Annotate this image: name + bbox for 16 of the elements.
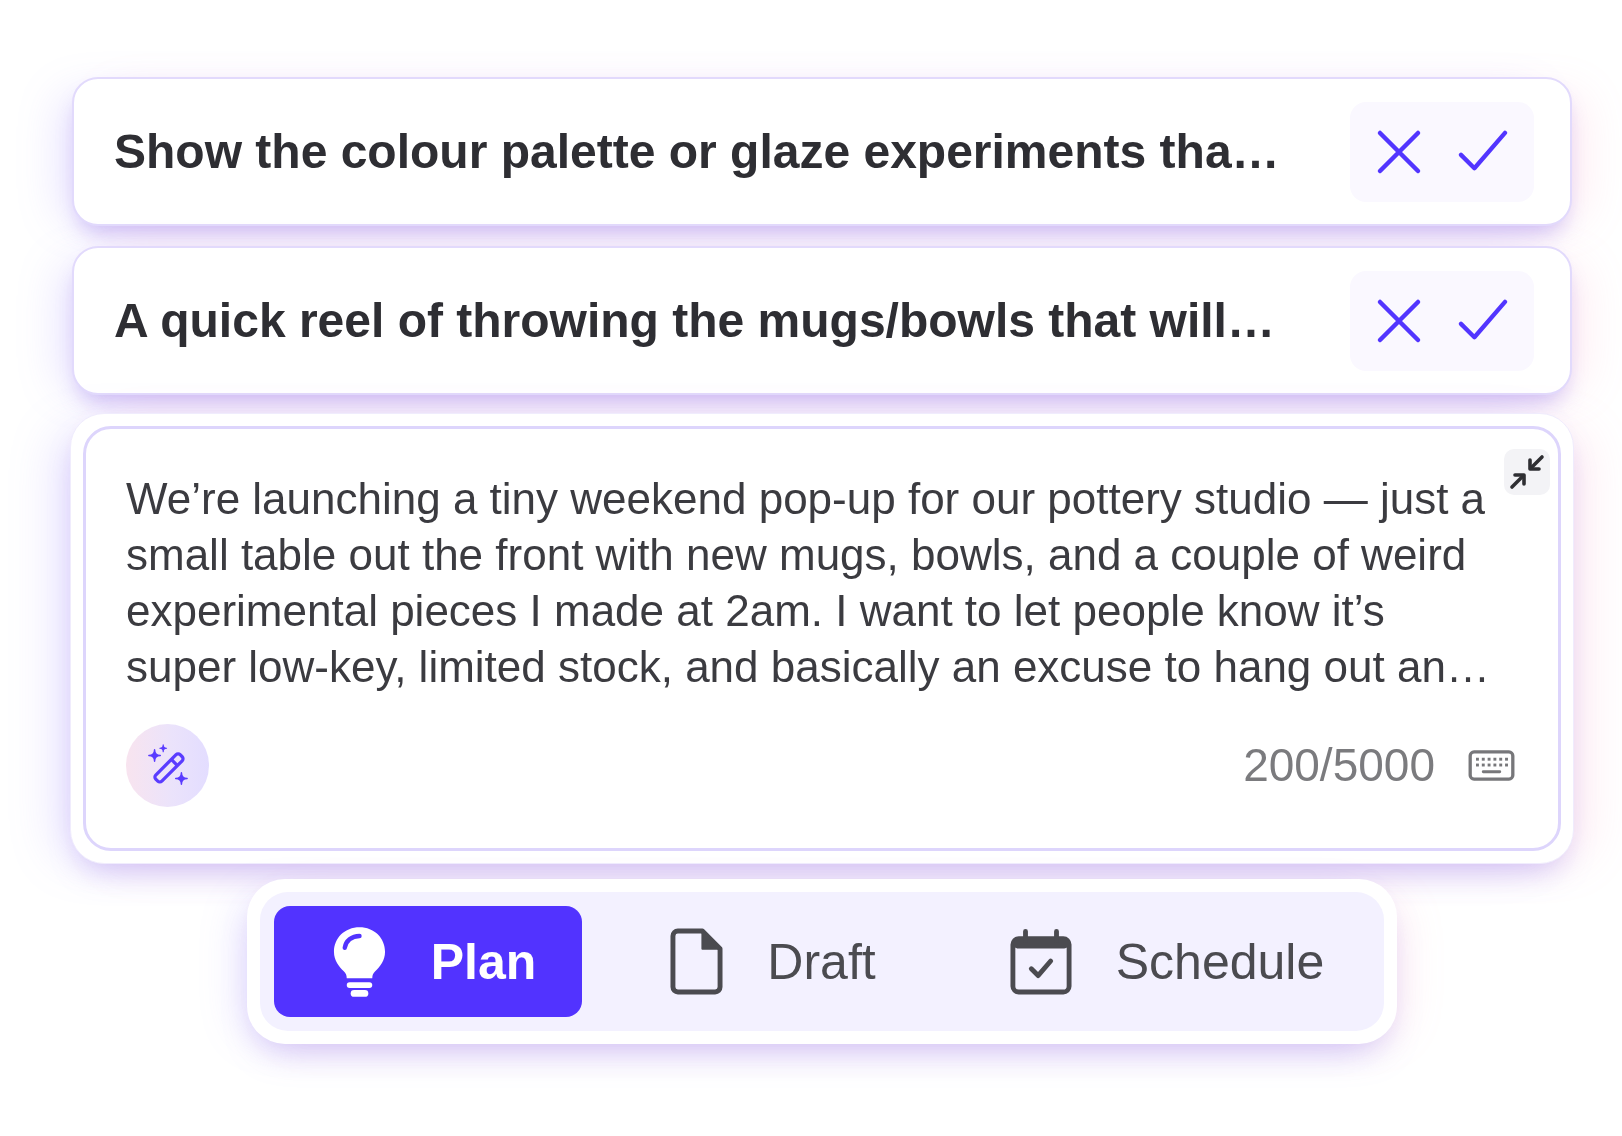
suggestion-text: Show the colour palette or glaze experiments tha… xyxy=(114,123,1281,180)
suggestion-text: A quick reel of throwing the mugs/bowls that will… xyxy=(114,292,1276,349)
collapse-icon[interactable] xyxy=(1504,449,1550,495)
character-counter: 200/5000 xyxy=(1243,740,1435,791)
mode-tab[interactable]: Plan xyxy=(273,906,583,1017)
close-icon xyxy=(1376,128,1422,175)
document-icon xyxy=(670,928,724,995)
calendar-check-icon xyxy=(1009,928,1072,995)
mode-tab[interactable]: Draft xyxy=(612,906,922,1017)
keyboard-icon[interactable] xyxy=(1468,750,1515,781)
check-icon xyxy=(1458,129,1508,174)
check-icon xyxy=(1458,298,1508,343)
prompt-input[interactable]: We’re launching a tiny weekend pop-up for our pottery studio — just a small table out the front with new mugs, bowls, and a couple of weird experimental pieces I made at 2am. I want to let people know it’s super low-key, limited stock, and basically an excuse to hang out an… xyxy=(126,471,1501,695)
close-icon xyxy=(1376,297,1422,344)
lightbulb-icon xyxy=(331,925,387,998)
mode-tab[interactable]: Schedule xyxy=(951,906,1371,1017)
